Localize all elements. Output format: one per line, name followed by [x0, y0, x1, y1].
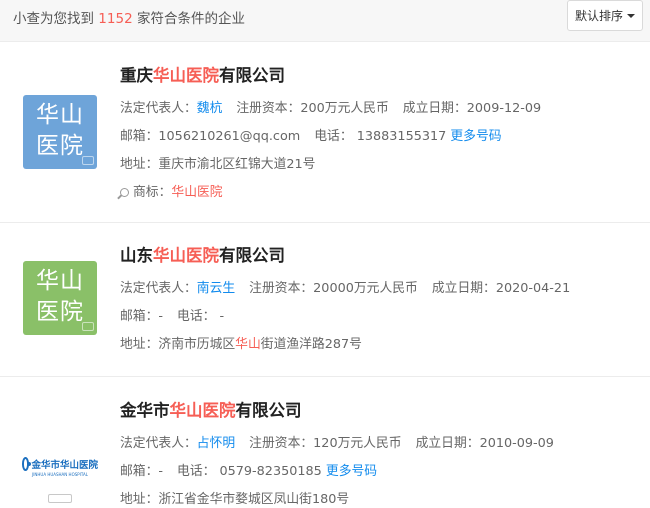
- company-name[interactable]: 金华市华山医院有限公司: [120, 397, 302, 421]
- company-address: 地址：重庆市渝北区红锦大道21号: [120, 157, 316, 172]
- legal-rep-link[interactable]: 魏杭: [197, 101, 223, 116]
- company-basic-info: 法定代表人：南云生 注册资本：20000万元人民币 成立日期：2020-04-21: [120, 281, 571, 296]
- watermark-icon: [82, 322, 94, 331]
- company-contact-info: 邮箱：- 电话： 0579-82350185 更多号码: [120, 464, 378, 479]
- company-card[interactable]: 华山 医院 重庆华山医院有限公司 法定代表人：魏杭 注册资本：200万元人民币 成立日…: [0, 43, 650, 223]
- company-name[interactable]: 山东华山医院有限公司: [120, 242, 285, 266]
- company-basic-info: 法定代表人：占怀明 注册资本：120万元人民币 成立日期：2010-09-09: [120, 436, 554, 451]
- company-card[interactable]: 华山 医院 山东华山医院有限公司 法定代表人：南云生 注册资本：20000万元人民币…: [0, 223, 650, 377]
- company-name[interactable]: 重庆华山医院有限公司: [120, 62, 285, 86]
- result-summary: 小查为您找到 1152 家符合条件的企业: [13, 11, 245, 27]
- result-count: 1152: [98, 11, 133, 27]
- search-icon: [120, 188, 129, 197]
- company-contact-info: 邮箱：- 电话： -: [120, 309, 225, 324]
- watermark-icon: [82, 156, 94, 165]
- company-address: 地址：浙江省金华市婺城区凤山街180号: [120, 492, 350, 507]
- trademark-link[interactable]: 华山医院: [171, 185, 222, 200]
- company-logo: 华山 医院: [23, 261, 97, 335]
- company-trademark: 商标：华山医院: [120, 181, 223, 200]
- legal-rep-link[interactable]: 南云生: [197, 281, 235, 296]
- company-logo: 金华市华山医院 JINHUA HUASHAN HOSPITAL: [22, 451, 98, 507]
- legal-rep-link[interactable]: 占怀明: [197, 436, 235, 451]
- company-address: 地址：济南市历城区华山街道渔洋路287号: [120, 337, 362, 352]
- results-header: 小查为您找到 1152 家符合条件的企业 默认排序: [0, 0, 650, 42]
- watermark-icon: [48, 494, 72, 503]
- company-basic-info: 法定代表人：魏杭 注册资本：200万元人民币 成立日期：2009-12-09: [120, 101, 542, 116]
- more-numbers-link[interactable]: 更多号码: [326, 464, 377, 479]
- hospital-emblem-icon: [22, 457, 32, 471]
- caret-down-icon: [627, 14, 635, 18]
- company-logo: 华山 医院: [23, 95, 97, 169]
- sort-dropdown[interactable]: 默认排序: [567, 0, 643, 31]
- company-contact-info: 邮箱：1056210261@qq.com 电话： 13883155317 更多号码: [120, 129, 502, 144]
- more-numbers-link[interactable]: 更多号码: [450, 129, 501, 144]
- sort-label: 默认排序: [574, 9, 623, 23]
- company-card[interactable]: 金华市华山医院 JINHUA HUASHAN HOSPITAL 金华市华山医院有…: [0, 377, 650, 508]
